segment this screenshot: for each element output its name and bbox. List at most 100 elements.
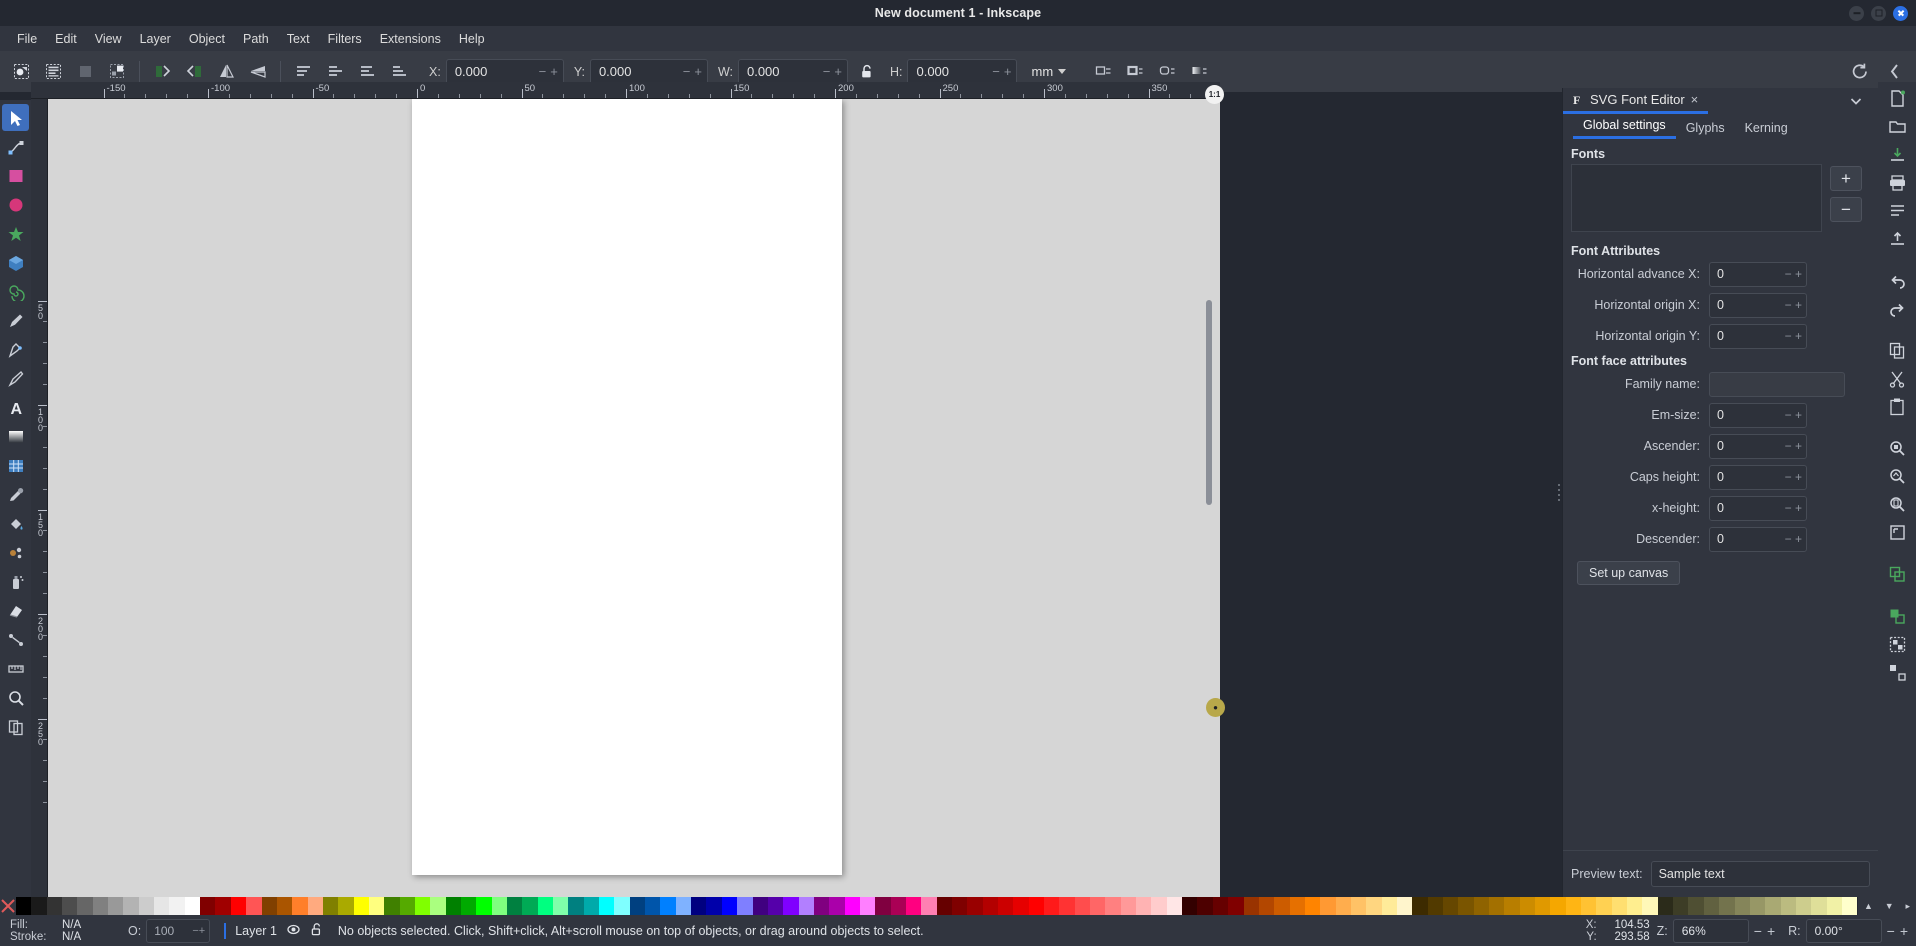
menu-object[interactable]: Object <box>180 29 234 49</box>
palette-swatch[interactable] <box>921 897 937 915</box>
vertical-scroll-thumb[interactable] <box>1206 300 1212 505</box>
palette-swatch[interactable] <box>1120 897 1137 915</box>
open-document-icon[interactable] <box>1883 113 1911 140</box>
print-icon[interactable] <box>1883 169 1911 196</box>
horizontal-ruler[interactable]: -150 -100 -50 0 50 100 150 200 250 300 350 <box>31 82 1220 99</box>
menu-filters[interactable]: Filters <box>319 29 371 49</box>
font-face-attribute-steppers[interactable]: − + <box>1785 435 1802 458</box>
zoom-drawing-icon[interactable] <box>1883 463 1911 490</box>
pencil-tool[interactable] <box>2 307 29 334</box>
palette-swatch[interactable] <box>246 897 262 915</box>
palette-swatch[interactable] <box>92 897 109 915</box>
menu-edit[interactable]: Edit <box>46 29 86 49</box>
rotation-plus-button[interactable]: + <box>1900 923 1908 939</box>
menu-path[interactable]: Path <box>234 29 278 49</box>
subtab-global-settings[interactable]: Global settings <box>1573 115 1676 139</box>
layer-name[interactable]: Layer 1 <box>235 924 277 938</box>
copy-icon[interactable] <box>1883 337 1911 364</box>
clone-icon[interactable] <box>1883 603 1911 630</box>
palette-swatch[interactable] <box>752 897 768 915</box>
palette-swatch[interactable] <box>1182 897 1198 915</box>
palette-swatch[interactable] <box>1427 897 1443 915</box>
palette-swatch[interactable] <box>77 897 93 915</box>
font-attribute-steppers[interactable]: − + <box>1785 294 1802 317</box>
palette-swatch[interactable] <box>1381 897 1397 915</box>
palette-swatch[interactable] <box>936 897 952 915</box>
palette-swatch[interactable] <box>1596 897 1612 915</box>
palette-swatch[interactable] <box>138 897 155 915</box>
fonts-list[interactable] <box>1571 164 1822 232</box>
w-spinbox[interactable]: −+ <box>737 58 848 85</box>
h-spinbox[interactable]: −+ <box>907 58 1018 85</box>
zoom-selection-icon[interactable] <box>1883 435 1911 462</box>
palette-swatch[interactable] <box>737 897 753 915</box>
zoom-fit-icon[interactable] <box>1883 519 1911 546</box>
eye-icon[interactable] <box>286 922 301 940</box>
palette-swatch[interactable] <box>1473 897 1489 915</box>
palette-swatch[interactable] <box>583 897 600 915</box>
palette-swatch[interactable] <box>368 897 385 915</box>
palette-swatch[interactable] <box>537 897 554 915</box>
palette-swatch[interactable] <box>1811 897 1827 915</box>
palette-swatch[interactable] <box>675 897 692 915</box>
font-face-attribute-steppers[interactable]: − + <box>1785 497 1802 520</box>
palette-swatch[interactable] <box>1289 897 1305 915</box>
palette-swatch[interactable] <box>507 897 523 915</box>
palette-swatch[interactable] <box>691 897 707 915</box>
zoom-page-icon[interactable] <box>1883 491 1911 518</box>
palette-swatch[interactable] <box>1627 897 1643 915</box>
x-steppers[interactable]: − + <box>539 60 558 84</box>
font-face-attribute-spinbox[interactable]: 0 − + <box>1709 495 1807 521</box>
palette-swatch[interactable] <box>599 897 615 915</box>
palette-swatch[interactable] <box>1350 897 1367 915</box>
palette-swatch[interactable] <box>154 897 170 915</box>
palette-swatch[interactable] <box>276 897 293 915</box>
font-attribute-steppers[interactable]: − + <box>1785 325 1802 348</box>
palette-swatch[interactable] <box>706 897 722 915</box>
font-face-attribute-steppers[interactable]: − + <box>1785 404 1802 427</box>
affect-transform-icon[interactable] <box>1088 58 1118 85</box>
subtab-glyphs[interactable]: Glyphs <box>1676 118 1735 139</box>
palette-swatch[interactable] <box>184 897 201 915</box>
palette-swatch[interactable] <box>844 897 860 915</box>
palette-swatch[interactable] <box>614 897 630 915</box>
spiral-tool[interactable] <box>2 278 29 305</box>
mesh-tool[interactable] <box>2 452 29 479</box>
palette-swatch[interactable] <box>629 897 646 915</box>
palette-swatch[interactable] <box>1274 897 1290 915</box>
palette-swatch[interactable] <box>1320 897 1336 915</box>
palette-swatch[interactable] <box>1734 897 1750 915</box>
select-all-layers-icon[interactable] <box>38 58 68 85</box>
zoom-plus-button[interactable]: + <box>1767 923 1775 939</box>
palette-swatch[interactable] <box>1090 897 1106 915</box>
font-face-attribute-steppers[interactable]: − + <box>1785 528 1802 551</box>
palette-swatch[interactable] <box>1719 897 1735 915</box>
palette-swatch[interactable] <box>307 897 323 915</box>
palette-swatch[interactable] <box>951 897 968 915</box>
palette-swatch[interactable] <box>338 897 354 915</box>
flip-horizontal-icon[interactable] <box>211 58 241 85</box>
redo-icon[interactable] <box>1883 295 1911 322</box>
canvas-area[interactable] <box>48 99 1220 897</box>
pages-tool[interactable] <box>2 713 29 740</box>
text-tool[interactable]: A <box>2 394 29 421</box>
palette-menu-icon[interactable]: ▸ <box>1906 901 1911 912</box>
palette-scroll-up-icon[interactable]: ▲ <box>1864 901 1873 911</box>
rotate-90-ccw-icon[interactable] <box>147 58 177 85</box>
palette-swatch[interactable] <box>46 897 63 915</box>
palette-swatch[interactable] <box>215 897 231 915</box>
palette-swatch[interactable] <box>1458 897 1474 915</box>
palette-swatch[interactable] <box>1519 897 1536 915</box>
gradient-tool[interactable] <box>2 423 29 450</box>
rotation-minus-button[interactable]: − <box>1887 923 1895 939</box>
palette-swatch[interactable] <box>123 897 139 915</box>
paste-icon[interactable] <box>1883 393 1911 420</box>
palette-swatch[interactable] <box>1581 897 1597 915</box>
selector-tool[interactable] <box>2 104 29 131</box>
palette-swatch[interactable] <box>982 897 998 915</box>
zoom-input[interactable]: 66% <box>1672 918 1749 943</box>
palette-swatch[interactable] <box>783 897 799 915</box>
palette-swatch[interactable] <box>476 897 492 915</box>
font-attribute-spinbox[interactable]: 0 − + <box>1709 261 1807 287</box>
affect-corners-icon[interactable] <box>1152 58 1182 85</box>
